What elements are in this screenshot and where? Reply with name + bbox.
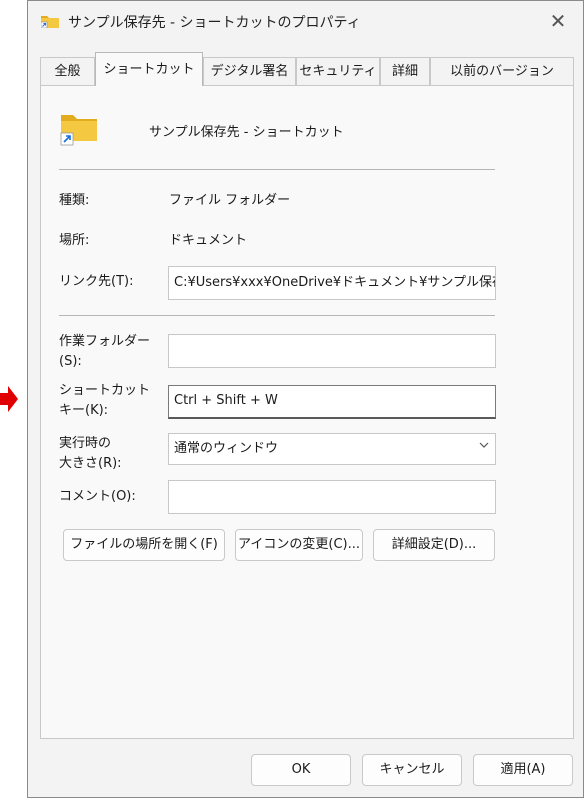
tab-digital-signature[interactable]: デジタル署名 bbox=[203, 57, 296, 85]
comment-label: コメント(O): bbox=[59, 489, 136, 504]
close-icon[interactable]: ✕ bbox=[543, 7, 573, 35]
change-icon-button[interactable]: アイコンの変更(C)... bbox=[235, 529, 363, 561]
ok-button[interactable]: OK bbox=[251, 754, 351, 786]
type-label: 種類: bbox=[59, 193, 90, 208]
red-arrow-icon bbox=[0, 386, 18, 412]
comment-input[interactable] bbox=[168, 480, 496, 514]
location-value: ドキュメント bbox=[169, 233, 248, 248]
chevron-down-icon bbox=[479, 442, 489, 448]
run-size-label: 実行時の bbox=[59, 436, 112, 451]
target-label: リンク先(T): bbox=[59, 274, 134, 289]
tab-security[interactable]: セキュリティ bbox=[296, 57, 380, 85]
shortcut-name: サンプル保存先 - ショートカット bbox=[149, 125, 344, 140]
run-size-value: 通常のウィンドウ bbox=[174, 441, 279, 456]
apply-button[interactable]: 適用(A) bbox=[473, 754, 573, 786]
title-bar: サンプル保存先 - ショートカットのプロパティ ✕ bbox=[28, 1, 583, 41]
folder-icon bbox=[60, 115, 97, 146]
workdir-label: 作業フォルダー bbox=[59, 334, 151, 349]
advanced-button[interactable]: 詳細設定(D)... bbox=[373, 529, 495, 561]
workdir-label-key: (S): bbox=[59, 354, 82, 369]
hotkey-label: ショートカット bbox=[59, 383, 151, 398]
hotkey-input[interactable]: Ctrl + Shift + W bbox=[168, 385, 496, 419]
location-label: 場所: bbox=[59, 233, 90, 248]
run-size-select[interactable]: 通常のウィンドウ bbox=[168, 433, 496, 465]
separator bbox=[59, 315, 495, 316]
tab-details[interactable]: 詳細 bbox=[380, 57, 430, 85]
tab-shortcut[interactable]: ショートカット bbox=[95, 52, 203, 86]
tab-previous-versions[interactable]: 以前のバージョン bbox=[430, 57, 574, 85]
window-title: サンプル保存先 - ショートカットのプロパティ bbox=[68, 15, 361, 31]
run-size-label-key: 大きさ(R): bbox=[59, 456, 122, 471]
type-value: ファイル フォルダー bbox=[169, 193, 291, 208]
cancel-button[interactable]: キャンセル bbox=[362, 754, 462, 786]
tab-general[interactable]: 全般 bbox=[40, 57, 95, 85]
workdir-input[interactable] bbox=[168, 334, 496, 368]
target-input[interactable]: C:¥Users¥xxx¥OneDrive¥ドキュメント¥サンプル保存先 bbox=[168, 266, 496, 300]
tab-strip: 全般 ショートカット デジタル署名 セキュリティ 詳細 以前のバージョン bbox=[40, 52, 574, 86]
hotkey-label-key: キー(K): bbox=[59, 403, 109, 418]
separator bbox=[59, 169, 495, 170]
folder-shortcut-icon bbox=[41, 16, 59, 28]
properties-dialog: サンプル保存先 - ショートカットのプロパティ ✕ 全般 ショートカット デジタ… bbox=[27, 0, 584, 798]
open-file-location-button[interactable]: ファイルの場所を開く(F) bbox=[63, 529, 225, 561]
